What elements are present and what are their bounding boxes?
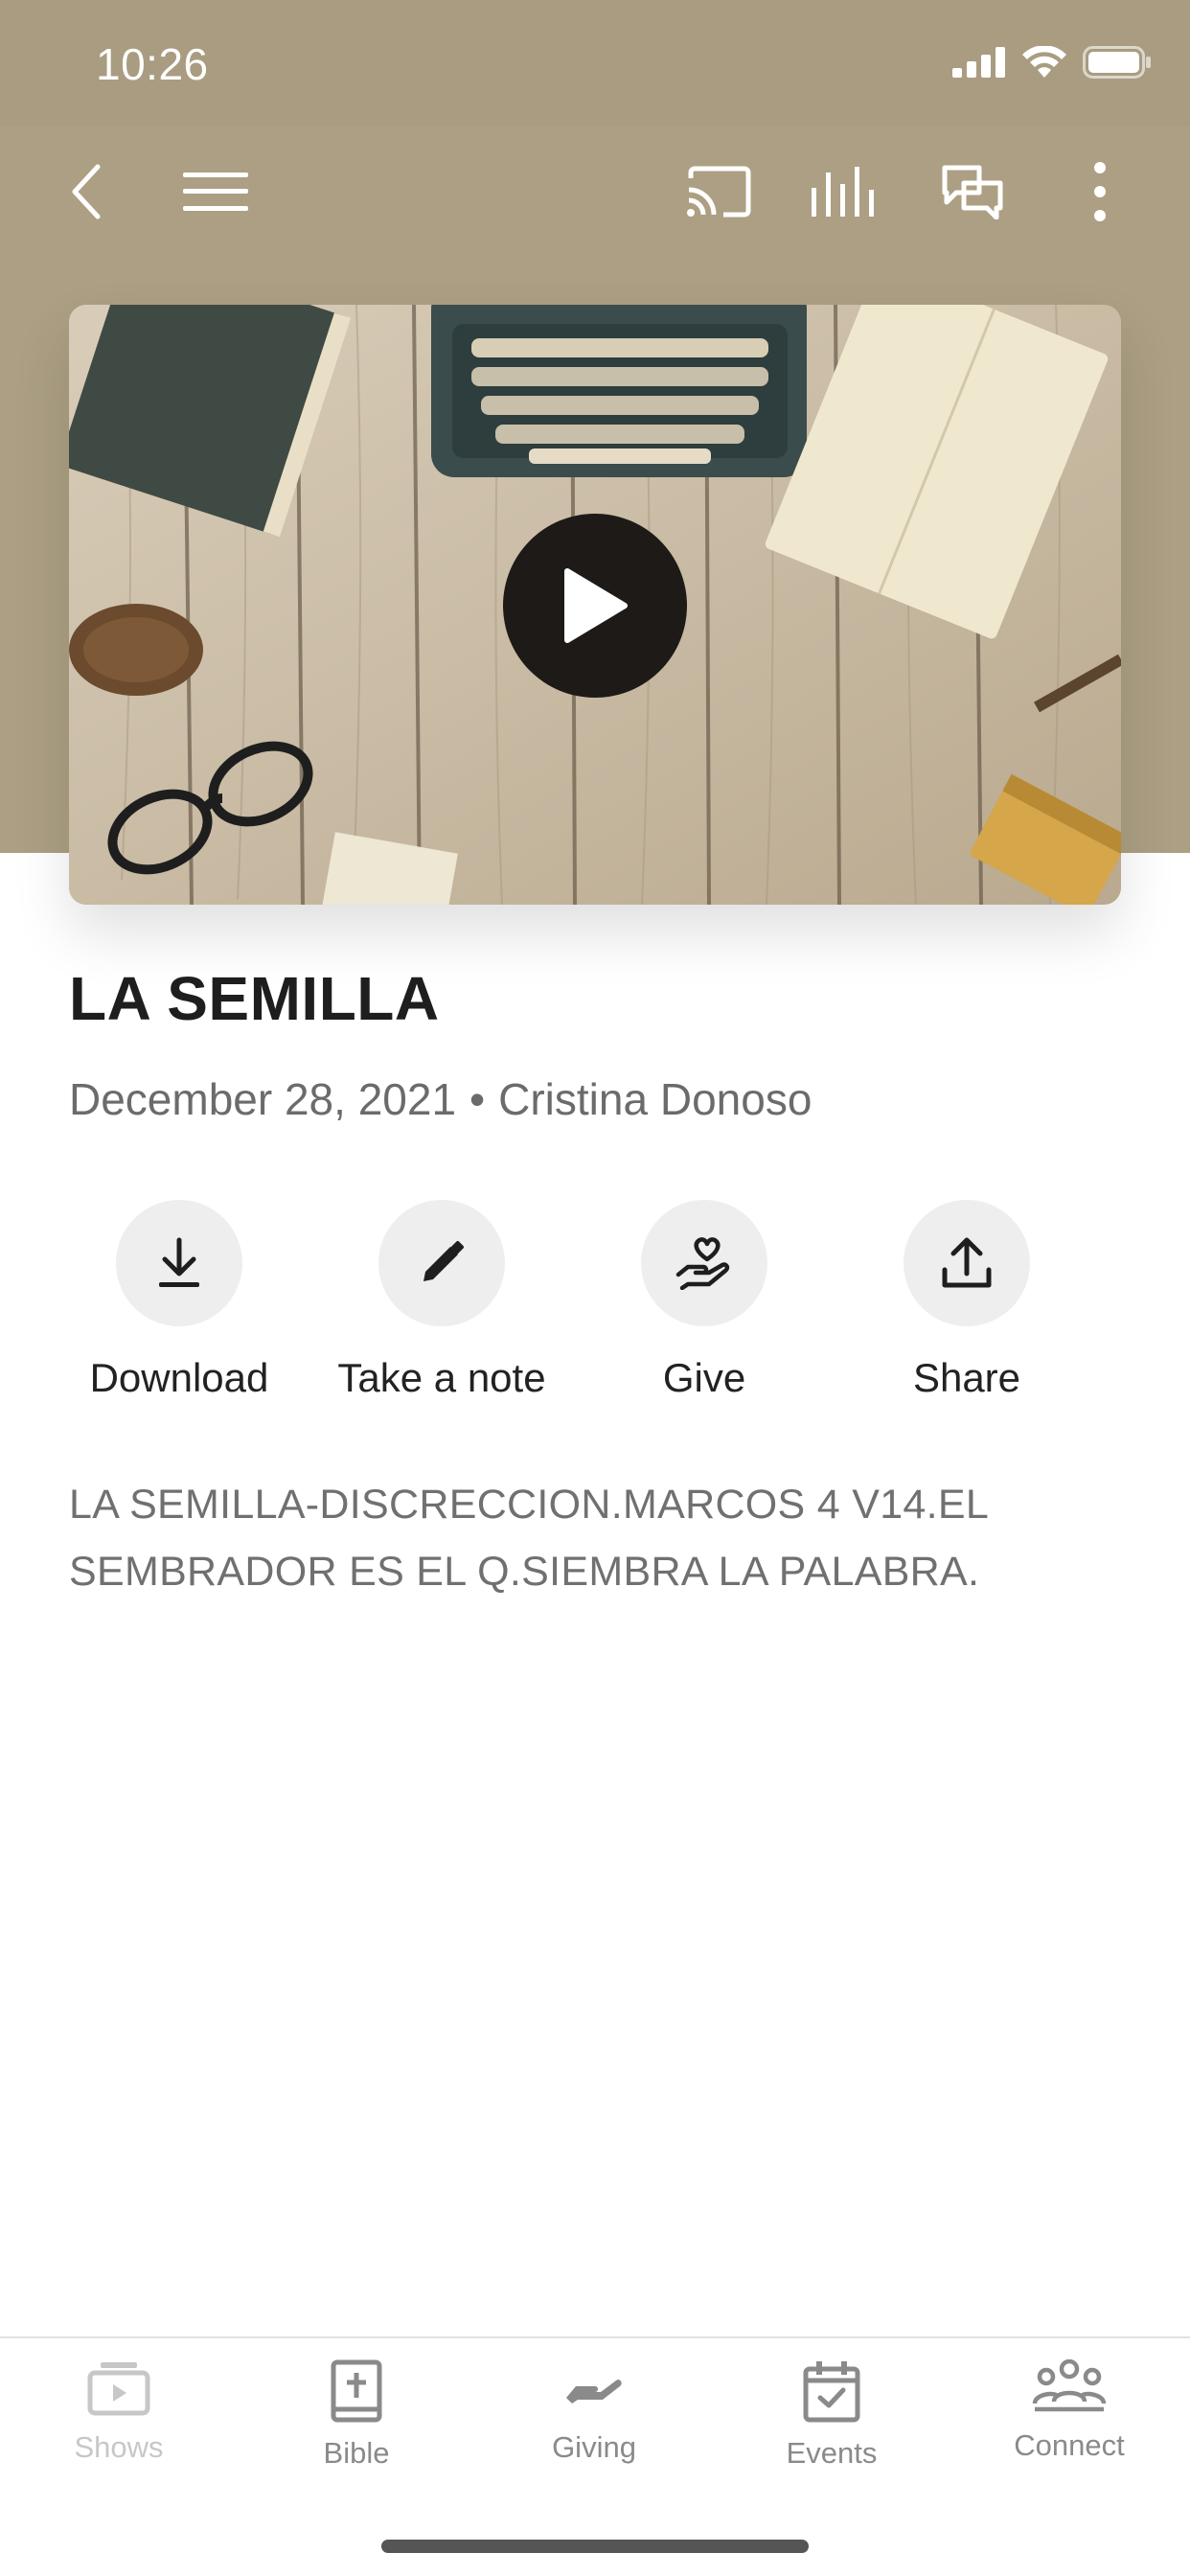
audio-button[interactable] [797,144,893,240]
give-label: Give [662,1355,746,1400]
sermon-speaker: Cristina Donoso [498,1074,812,1124]
meta-separator: • [469,1074,486,1124]
page-title: LA SEMILLA [69,964,440,1033]
download-label: Download [89,1355,269,1400]
nav-label-giving: Giving [552,2430,636,2464]
more-button[interactable] [1052,144,1148,240]
sermon-meta: December 28, 2021 • Cristina Donoso [69,1073,812,1125]
cast-icon [687,166,751,218]
play-button[interactable] [503,514,687,698]
calendar-icon [803,2361,860,2423]
share-label: Share [912,1355,1021,1400]
share-button[interactable]: Share [847,1200,1087,1401]
give-button[interactable]: Give [584,1200,824,1401]
cast-button[interactable] [671,144,767,240]
audio-bars-icon [812,167,874,217]
nav-item-connect[interactable]: Connect [954,2359,1184,2463]
download-button[interactable]: Download [59,1200,299,1401]
sermon-description: LA SEMILLA-DISCRECCION.MARCOS 4 V14.EL S… [69,1482,988,1595]
people-icon [1032,2359,1107,2412]
take-note-circle [378,1200,505,1326]
take-note-label: Take a note [337,1355,546,1400]
share-icon [942,1237,992,1288]
action-row: Download Take a note Give Share [69,1200,1121,1420]
nav-label-bible: Bible [323,2436,390,2470]
bible-icon [331,2359,382,2423]
download-icon [159,1237,199,1287]
status-bar: 10:26 [0,0,1190,126]
status-time: 10:26 [96,39,209,89]
battery-icon [1083,46,1151,79]
cellular-signal-icon [952,47,1005,78]
hamburger-menu-icon [183,172,248,211]
wifi-icon [1022,46,1066,78]
nav-item-giving[interactable]: Giving [479,2359,709,2465]
status-icons [952,46,1152,79]
chevron-left-icon [72,164,101,219]
nav-label-events: Events [786,2436,878,2470]
back-button[interactable] [38,144,134,240]
nav-item-shows[interactable]: Shows [4,2359,234,2465]
share-circle [904,1200,1030,1326]
giving-hand-icon [566,2380,622,2404]
toolbar [0,144,1190,240]
nav-label-shows: Shows [74,2430,164,2464]
nav-item-events[interactable]: Events [717,2359,947,2471]
chat-button[interactable] [925,144,1020,240]
give-heart-hand-icon [675,1237,730,1290]
menu-button[interactable] [168,144,263,240]
nav-label-connect: Connect [1014,2428,1125,2462]
more-vertical-icon [1094,162,1106,221]
play-icon [564,568,628,643]
download-circle [116,1200,242,1326]
shows-icon [87,2362,150,2416]
take-note-button[interactable]: Take a note [322,1200,561,1401]
chat-bubbles-icon [942,165,1003,219]
home-indicator[interactable] [381,2540,809,2553]
give-circle [641,1200,767,1326]
sermon-date: December 28, 2021 [69,1074,457,1124]
video-thumbnail[interactable] [69,305,1121,905]
nav-item-bible[interactable]: Bible [241,2359,471,2471]
pencil-icon [423,1241,464,1281]
